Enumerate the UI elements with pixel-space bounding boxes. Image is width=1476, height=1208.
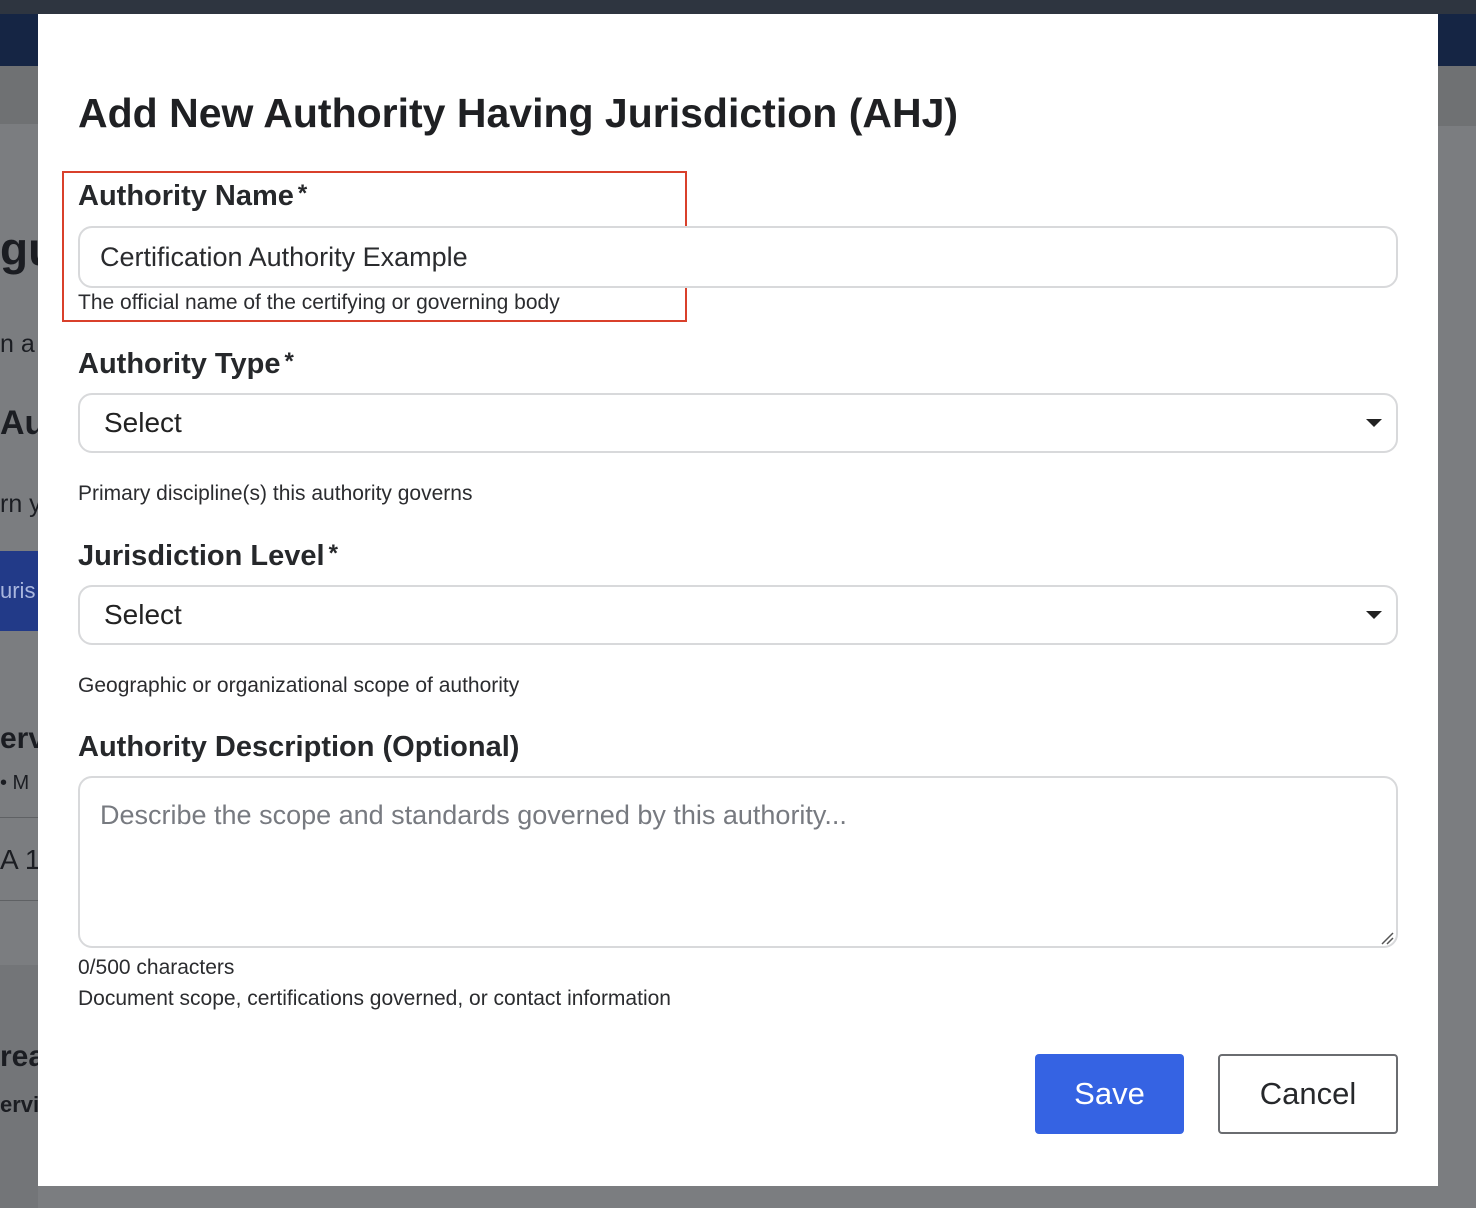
required-asterisk: * <box>328 540 338 567</box>
authority-name-input[interactable] <box>78 226 1398 288</box>
authority-description-textarea[interactable] <box>78 776 1398 948</box>
jurisdiction-level-label-text: Jurisdiction Level <box>78 540 325 572</box>
background-divider <box>0 817 38 818</box>
authority-name-label-text: Authority Name <box>78 180 294 212</box>
authority-type-label-text: Authority Type <box>78 348 281 380</box>
background-text-fragment: n a <box>0 330 35 358</box>
authority-name-help: The official name of the certifying or g… <box>78 291 560 314</box>
add-ahj-modal: Add New Authority Having Jurisdiction (A… <box>38 14 1438 1186</box>
chevron-down-icon <box>1366 611 1382 619</box>
background-subheading-fragment: Au <box>0 404 38 442</box>
authority-description-help: Document scope, certifications governed,… <box>78 987 671 1010</box>
authority-type-selected-value: Select <box>104 407 182 438</box>
resize-handle-icon[interactable] <box>1378 929 1394 945</box>
jurisdiction-level-help: Geographic or organizational scope of au… <box>78 674 520 697</box>
background-section-fragment: rea <box>0 1040 38 1073</box>
background-heading-fragment: gu <box>0 223 38 275</box>
authority-type-help: Primary discipline(s) this authority gov… <box>78 482 473 505</box>
authority-name-label: Authority Name * <box>78 180 307 213</box>
background-text-fragment: rn y <box>0 490 38 518</box>
jurisdiction-level-select[interactable]: Select <box>78 585 1398 645</box>
cancel-button[interactable]: Cancel <box>1218 1054 1398 1134</box>
required-asterisk: * <box>284 348 294 375</box>
background-text-fragment: A 10 <box>0 844 38 875</box>
background-top-strip <box>0 0 1476 14</box>
background-button-fragment: uris <box>0 551 38 631</box>
background-meta-fragment: • M <box>0 772 30 794</box>
authority-type-label: Authority Type * <box>78 348 294 381</box>
background-section-fragment: erv <box>0 722 38 755</box>
save-button[interactable]: Save <box>1035 1054 1184 1134</box>
character-counter: 0/500 characters <box>78 956 235 979</box>
background-divider <box>0 900 38 901</box>
background-lower-band <box>0 965 38 1208</box>
chevron-down-icon <box>1366 419 1382 427</box>
background-text-fragment: ervic <box>0 1092 38 1117</box>
authority-type-select[interactable]: Select <box>78 393 1398 453</box>
background-right-edge <box>1438 66 1476 126</box>
modal-title: Add New Authority Having Jurisdiction (A… <box>78 90 959 136</box>
jurisdiction-level-selected-value: Select <box>104 599 182 630</box>
jurisdiction-level-label: Jurisdiction Level * <box>78 540 338 573</box>
authority-description-label: Authority Description (Optional) <box>78 731 520 763</box>
required-asterisk: * <box>297 180 308 207</box>
